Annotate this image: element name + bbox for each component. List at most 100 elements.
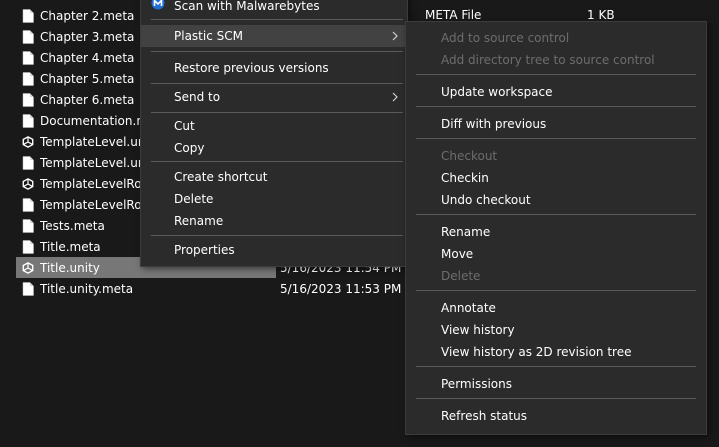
menu-item-label: Rename (174, 214, 224, 228)
file-name: Chapter 2.meta (40, 8, 135, 23)
menu-item-label: Send to (174, 90, 221, 104)
file-row-title-unity-meta[interactable]: Title.unity.meta 5/16/2023 11:53 PM (16, 278, 401, 299)
file-icon (22, 113, 34, 128)
menu-item-label: Checkin (441, 171, 489, 185)
malwarebytes-icon (151, 0, 165, 10)
file-icon (22, 29, 34, 44)
menu-item-view-history[interactable]: View history (406, 319, 706, 341)
file-name: TemplateLevelRoom.unity (40, 176, 144, 191)
file-icon (22, 197, 34, 212)
menu-item-label: Annotate (441, 301, 496, 315)
separator (416, 214, 696, 215)
file-icon (22, 239, 34, 254)
menu-item-view-history-2d[interactable]: View history as 2D revision tree (406, 341, 706, 363)
menu-item-label: Plastic SCM (174, 29, 243, 43)
menu-item-permissions[interactable]: Permissions (406, 373, 706, 395)
file-name: TemplateLevel.unity.meta (40, 155, 144, 170)
menu-item-restore-previous-versions[interactable]: Restore previous versions (141, 57, 407, 79)
menu-item-label: Checkout (441, 149, 498, 163)
menu-item-label: Update workspace (441, 85, 553, 99)
separator (416, 398, 696, 399)
menu-item-copy[interactable]: Copy (141, 137, 407, 159)
menu-item-delete[interactable]: Delete (141, 188, 407, 210)
separator (416, 138, 696, 139)
file-name: Chapter 6.meta (40, 92, 135, 107)
file-icon (22, 8, 34, 23)
menu-item-move[interactable]: Move (406, 243, 706, 265)
unity-icon (22, 135, 34, 148)
menu-item-label: Permissions (441, 377, 512, 391)
menu-item-label: Delete (174, 192, 214, 206)
menu-item-label: Restore previous versions (174, 61, 329, 75)
file-name: Documentation.meta (40, 113, 144, 128)
menu-item-label: Add to source control (441, 31, 570, 45)
menu-item-label: Properties (174, 243, 235, 257)
menu-item-checkout[interactable]: Checkout (406, 145, 706, 167)
file-name: Chapter 5.meta (40, 71, 135, 86)
menu-item-rename-scm[interactable]: Rename (406, 221, 706, 243)
menu-item-label: Copy (174, 141, 205, 155)
file-icon (22, 281, 34, 296)
file-icon (22, 71, 34, 86)
menu-item-properties[interactable]: Properties (141, 239, 407, 261)
file-name: Chapter 4.meta (40, 50, 135, 65)
chevron-right-icon (392, 31, 398, 41)
menu-item-add-directory-tree[interactable]: Add directory tree to source control (406, 49, 706, 71)
menu-item-undo-checkout[interactable]: Undo checkout (406, 189, 706, 211)
menu-item-annotate[interactable]: Annotate (406, 297, 706, 319)
menu-item-cut[interactable]: Cut (141, 115, 407, 137)
file-date: 5/16/2023 11:53 PM (280, 281, 402, 296)
file-name: TemplateLevelRoom.unity.meta (40, 197, 144, 212)
menu-item-label: Diff with previous (441, 117, 547, 131)
separator (151, 235, 403, 236)
menu-item-label: Refresh status (441, 409, 528, 423)
file-name: Title.unity (40, 260, 100, 275)
separator (151, 83, 403, 84)
unity-icon (22, 261, 34, 274)
file-name: Tests.meta (40, 218, 105, 233)
menu-item-label: View history (441, 323, 515, 337)
separator (151, 112, 403, 113)
plastic-scm-submenu: Add to source control Add directory tree… (405, 21, 707, 435)
menu-item-label: Create shortcut (174, 170, 268, 184)
file-name: Title.meta (40, 239, 101, 254)
separator (416, 74, 696, 75)
file-icon (22, 50, 34, 65)
menu-item-add-to-source-control[interactable]: Add to source control (406, 27, 706, 49)
separator (151, 51, 403, 52)
unity-icon (22, 177, 34, 190)
menu-item-scan-malwarebytes[interactable]: Scan with Malwarebytes (141, 0, 407, 17)
separator (151, 161, 403, 162)
file-name: Chapter 3.meta (40, 29, 135, 44)
menu-item-label: Move (441, 247, 474, 261)
menu-item-label: Rename (441, 225, 491, 239)
menu-item-label: View history as 2D revision tree (441, 345, 632, 359)
menu-item-create-shortcut[interactable]: Create shortcut (141, 166, 407, 188)
menu-item-delete-scm[interactable]: Delete (406, 265, 706, 287)
menu-item-update-workspace[interactable]: Update workspace (406, 81, 706, 103)
separator (416, 366, 696, 367)
menu-item-plastic-scm[interactable]: Plastic SCM (141, 25, 407, 47)
menu-item-label: Add directory tree to source control (441, 53, 655, 67)
file-name: TemplateLevel.unity (40, 134, 144, 149)
menu-item-refresh-status[interactable]: Refresh status (406, 405, 706, 427)
separator (416, 290, 696, 291)
file-icon (22, 92, 34, 107)
file-icon (22, 218, 34, 233)
separator (416, 106, 696, 107)
menu-item-label: Delete (441, 269, 481, 283)
file-type: META File (425, 8, 482, 22)
menu-item-label: Scan with Malwarebytes (174, 0, 320, 13)
chevron-right-icon (392, 92, 398, 102)
menu-item-label: Cut (174, 119, 195, 133)
menu-item-diff-with-previous[interactable]: Diff with previous (406, 113, 706, 135)
menu-item-label: Undo checkout (441, 193, 531, 207)
context-menu: Scan with Malwarebytes Plastic SCM Resto… (140, 0, 408, 267)
menu-item-send-to[interactable]: Send to (141, 86, 407, 108)
file-name: Title.unity.meta (40, 281, 134, 296)
file-size: 1 KB (587, 8, 615, 22)
file-icon (22, 155, 34, 170)
menu-item-checkin[interactable]: Checkin (406, 167, 706, 189)
menu-item-rename[interactable]: Rename (141, 210, 407, 232)
separator (151, 19, 403, 20)
